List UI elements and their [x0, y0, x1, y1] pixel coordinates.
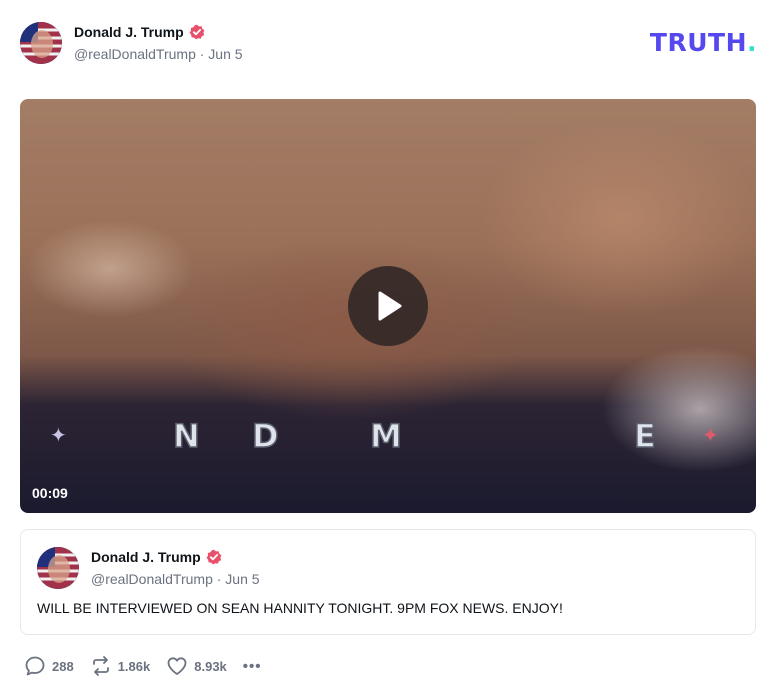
video-duration: 00:09: [32, 485, 68, 501]
retruth-icon: [92, 656, 109, 676]
star-icon: ✦: [50, 425, 67, 447]
avatar-image: [37, 547, 79, 589]
overlay-letter: E: [633, 416, 656, 456]
like-count: 8.93k: [194, 658, 227, 674]
quoted-post[interactable]: Donald J. Trump @realDonaldTrump · Jun 5…: [20, 529, 756, 635]
verified-badge-icon: [189, 24, 205, 40]
retruth-count: 1.86k: [117, 658, 151, 674]
video-player[interactable]: ✦ N D M E ✦ 00:09: [20, 99, 756, 513]
post-header: Donald J. Trump @realDonaldTrump · Jun 5…: [20, 22, 757, 66]
quoted-handle-date[interactable]: @realDonaldTrump · Jun 5: [91, 571, 260, 587]
author-block: Donald J. Trump @realDonaldTrump · Jun 5: [74, 24, 243, 62]
like-button[interactable]: 8.93k: [166, 655, 227, 677]
quoted-author-block: Donald J. Trump @realDonaldTrump · Jun 5: [91, 549, 260, 587]
author-name[interactable]: Donald J. Trump: [74, 24, 184, 40]
name-row: Donald J. Trump: [74, 24, 243, 40]
quoted-post-text: WILL BE INTERVIEWED ON SEAN HANNITY TONI…: [37, 600, 563, 616]
more-icon: •••: [242, 657, 262, 675]
star-icon: ✦: [702, 425, 719, 447]
retruth-button[interactable]: 1.86k: [90, 655, 151, 677]
logo-text: TRUTH: [649, 28, 747, 57]
reply-count: 288: [52, 658, 74, 674]
avatar[interactable]: [37, 547, 79, 589]
name-row: Donald J. Trump: [91, 549, 260, 565]
avatar-image: [20, 22, 62, 64]
overlay-letter: D: [251, 416, 279, 456]
avatar[interactable]: [20, 22, 62, 64]
overlay-letter: M: [369, 416, 402, 456]
reply-icon: [25, 656, 45, 676]
truth-logo[interactable]: TRUTH.: [650, 28, 757, 57]
quoted-author-name[interactable]: Donald J. Trump: [91, 549, 201, 565]
handle-date[interactable]: @realDonaldTrump · Jun 5: [74, 46, 243, 62]
play-button[interactable]: [348, 266, 428, 346]
play-icon: [378, 291, 402, 321]
verified-badge-icon: [206, 549, 222, 565]
more-options-button[interactable]: •••: [243, 658, 262, 675]
heart-icon: [167, 657, 187, 675]
reply-button[interactable]: 288: [24, 655, 74, 677]
overlay-letter: N: [172, 416, 200, 456]
logo-dot: .: [747, 28, 757, 57]
post-actions: 288 1.86k 8.93k •••: [24, 655, 262, 677]
video-overlay-text: ✦ N D M E ✦: [20, 416, 756, 457]
